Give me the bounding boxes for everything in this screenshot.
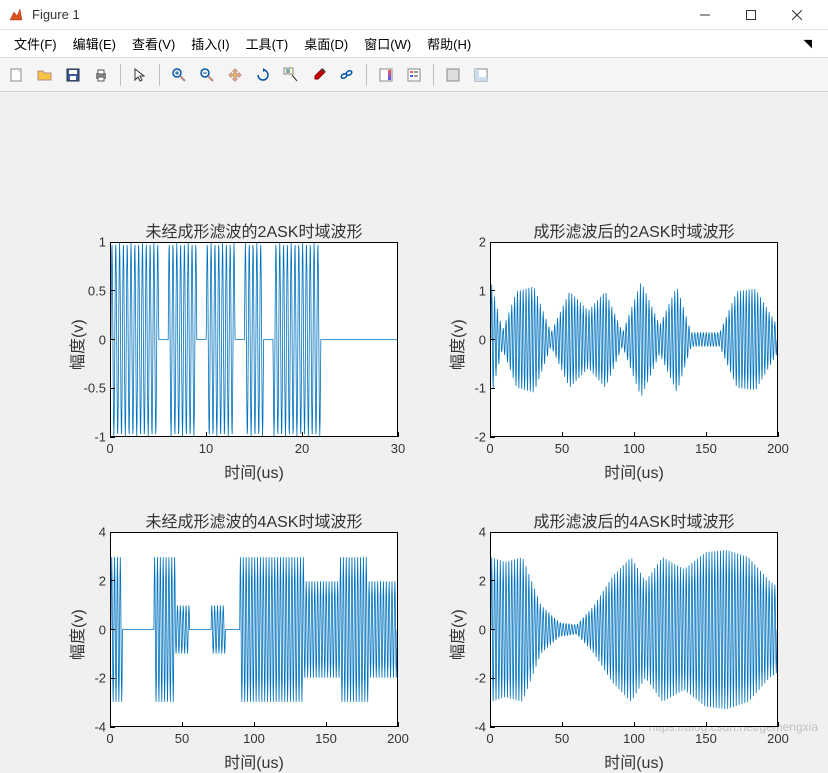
y-tick: 4 (66, 525, 106, 540)
save-button[interactable] (60, 62, 86, 88)
hide-plot-tools-button[interactable] (440, 62, 466, 88)
menu-desktop[interactable]: 桌面(D) (296, 30, 356, 57)
x-tick: 200 (387, 731, 409, 746)
x-tick: 50 (555, 441, 569, 456)
toolbar-separator (433, 64, 434, 86)
chart-title: 未经成形滤波的4ASK时域波形 (146, 508, 363, 532)
waveform (491, 533, 777, 726)
zoom-out-button[interactable] (194, 62, 220, 88)
open-button[interactable] (32, 62, 58, 88)
y-tick: -2 (446, 671, 486, 686)
y-tick: -2 (66, 671, 106, 686)
y-tick: 1 (446, 283, 486, 298)
x-tick: 150 (695, 441, 717, 456)
y-tick: 0.5 (66, 283, 106, 298)
toolbar-separator (120, 64, 121, 86)
x-tick: 200 (767, 441, 789, 456)
datacursor-button[interactable] (278, 62, 304, 88)
print-button[interactable] (88, 62, 114, 88)
subplot-2[interactable] (490, 242, 778, 437)
x-tick: 50 (555, 731, 569, 746)
x-tick: 0 (106, 731, 113, 746)
waveform (491, 243, 777, 436)
insert-colorbar-button[interactable] (373, 62, 399, 88)
pointer-button[interactable] (127, 62, 153, 88)
y-tick: 2 (446, 235, 486, 250)
waveform (111, 243, 397, 436)
titlebar: Figure 1 (0, 0, 828, 30)
x-tick: 150 (315, 731, 337, 746)
x-axis-label: 时间(us) (224, 459, 284, 483)
y-tick: 2 (446, 573, 486, 588)
show-plot-tools-button[interactable] (468, 62, 494, 88)
chart-title: 未经成形滤波的2ASK时域波形 (146, 218, 363, 242)
y-tick: 0 (446, 332, 486, 347)
brush-button[interactable] (306, 62, 332, 88)
y-tick: 0 (66, 332, 106, 347)
minimize-button[interactable] (682, 0, 728, 30)
menu-insert[interactable]: 插入(I) (183, 30, 237, 57)
x-axis-label: 时间(us) (224, 749, 284, 773)
x-tick: 20 (295, 441, 309, 456)
subplot-4[interactable] (490, 532, 778, 727)
menu-window[interactable]: 窗口(W) (356, 30, 419, 57)
y-tick: 1 (66, 235, 106, 250)
x-axis-label: 时间(us) (604, 749, 664, 773)
insert-legend-button[interactable] (401, 62, 427, 88)
toolbar-separator (366, 64, 367, 86)
y-tick: -1 (66, 430, 106, 445)
pan-button[interactable] (222, 62, 248, 88)
x-tick: 200 (767, 731, 789, 746)
y-tick: -4 (66, 720, 106, 735)
menubar: 文件(F) 编辑(E) 查看(V) 插入(I) 工具(T) 桌面(D) 窗口(W… (0, 30, 828, 58)
chart-title: 成形滤波后的2ASK时域波形 (534, 218, 735, 242)
x-tick: 150 (695, 731, 717, 746)
y-tick: 0 (446, 622, 486, 637)
new-figure-button[interactable] (4, 62, 30, 88)
plot-area: https://blog.csdn.net/gemengxia 未经成形滤波的2… (0, 92, 828, 740)
y-tick: 4 (446, 525, 486, 540)
matlab-logo-icon (8, 7, 24, 23)
menu-view[interactable]: 查看(V) (124, 30, 183, 57)
y-tick: 2 (66, 573, 106, 588)
x-tick: 0 (106, 441, 113, 456)
y-tick: 0 (66, 622, 106, 637)
x-tick: 100 (623, 731, 645, 746)
subplot-1[interactable] (110, 242, 398, 437)
menu-overflow-icon[interactable]: ◥ (796, 33, 820, 54)
x-tick: 30 (391, 441, 405, 456)
rotate-button[interactable] (250, 62, 276, 88)
maximize-button[interactable] (728, 0, 774, 30)
y-tick: -1 (446, 381, 486, 396)
x-tick: 0 (486, 441, 493, 456)
toolbar (0, 58, 828, 92)
menu-edit[interactable]: 编辑(E) (65, 30, 124, 57)
y-tick: -0.5 (66, 381, 106, 396)
x-tick: 0 (486, 731, 493, 746)
menu-file[interactable]: 文件(F) (6, 30, 65, 57)
chart-title: 成形滤波后的4ASK时域波形 (534, 508, 735, 532)
window-title: Figure 1 (32, 7, 682, 22)
link-button[interactable] (334, 62, 360, 88)
menu-tools[interactable]: 工具(T) (238, 30, 297, 57)
waveform (111, 533, 397, 726)
y-tick: -4 (446, 720, 486, 735)
x-tick: 100 (623, 441, 645, 456)
subplot-3[interactable] (110, 532, 398, 727)
close-button[interactable] (774, 0, 820, 30)
zoom-in-button[interactable] (166, 62, 192, 88)
toolbar-separator (159, 64, 160, 86)
x-tick: 10 (199, 441, 213, 456)
x-axis-label: 时间(us) (604, 459, 664, 483)
menu-help[interactable]: 帮助(H) (419, 30, 479, 57)
y-tick: -2 (446, 430, 486, 445)
x-tick: 100 (243, 731, 265, 746)
x-tick: 50 (175, 731, 189, 746)
